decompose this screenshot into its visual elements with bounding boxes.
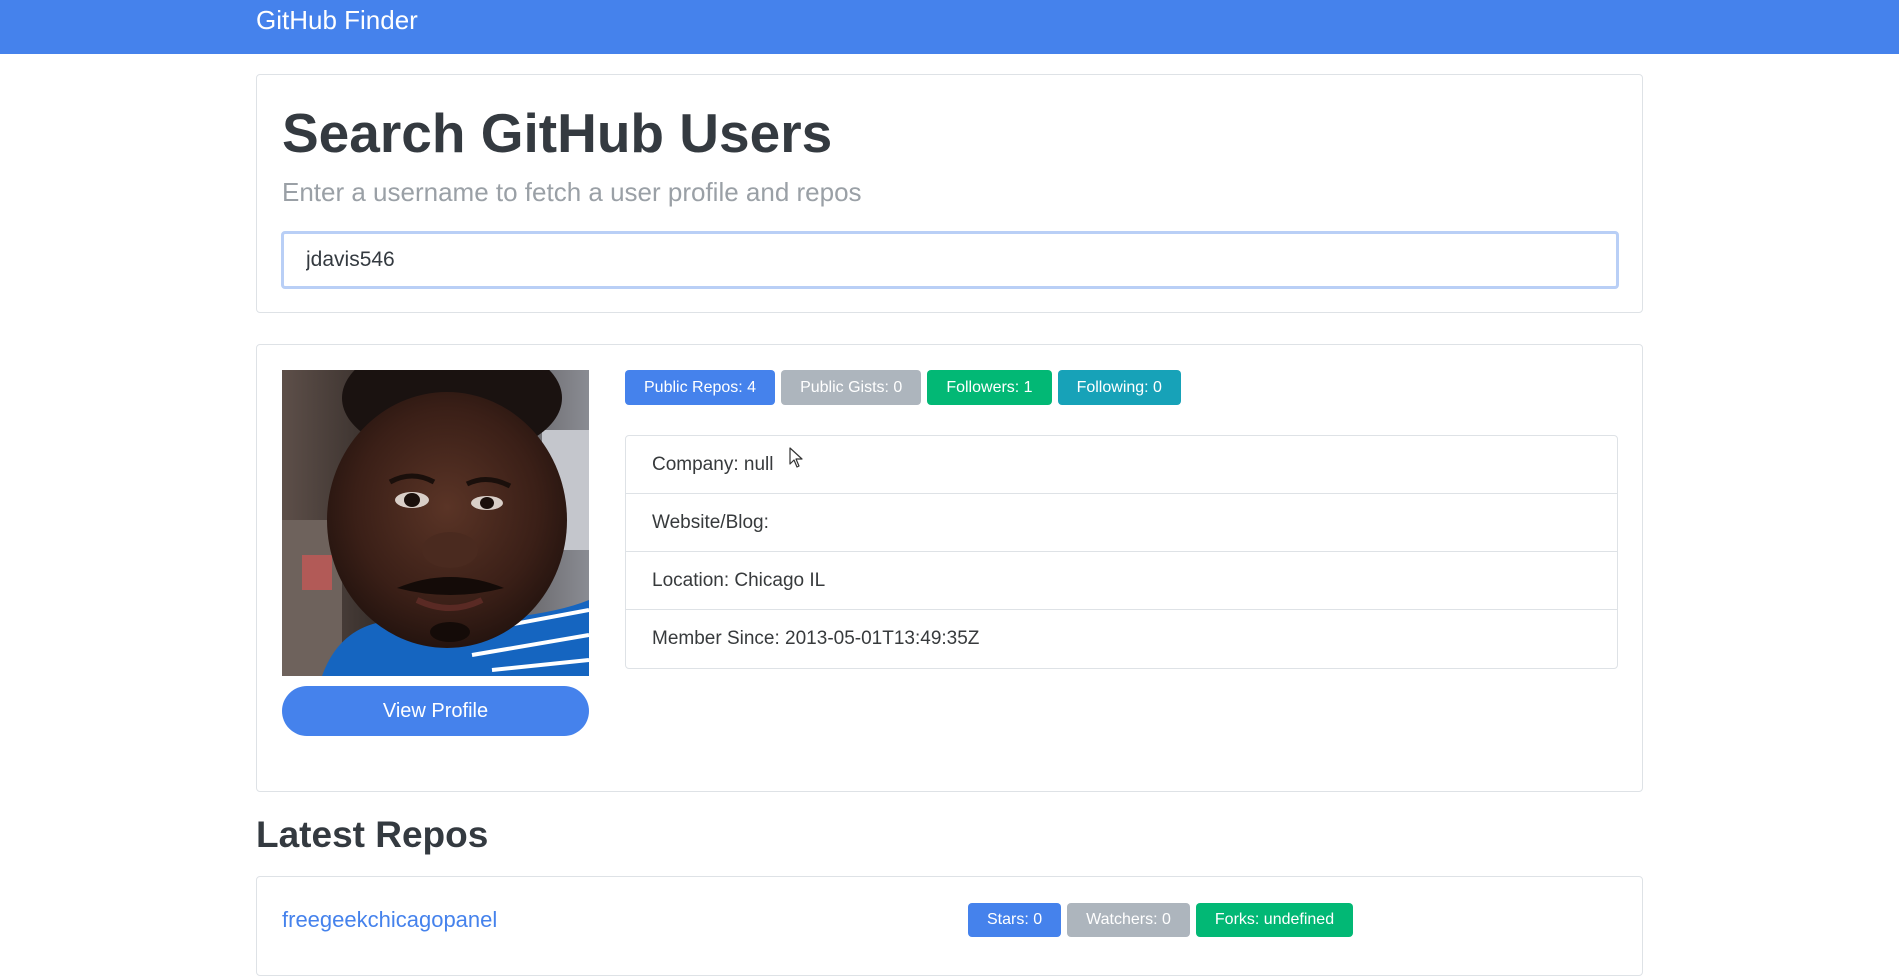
brand-link[interactable]: GitHub Finder bbox=[256, 4, 418, 36]
repo-forks-badge: Forks: undefined bbox=[1195, 903, 1354, 937]
avatar bbox=[282, 370, 589, 676]
repos-heading: Latest Repos bbox=[256, 814, 489, 855]
company-item: Company: null bbox=[626, 436, 1617, 494]
followers-badge: Followers: 1 bbox=[927, 370, 1052, 405]
member-since-item: Member Since: 2013-05-01T13:49:35Z bbox=[652, 628, 980, 649]
following-badge: Following: 0 bbox=[1057, 370, 1181, 405]
search-card: Search GitHub Users Enter a username to … bbox=[256, 74, 1643, 313]
public-gists-badge: Public Gists: 0 bbox=[781, 370, 922, 405]
profile-details-list: Company: null Website/Blog: Location: Ch… bbox=[625, 435, 1618, 669]
profile-stats: Public Repos: 4 Public Gists: 0 Follower… bbox=[625, 370, 1181, 405]
repo-link[interactable]: freegeekchicagopanel bbox=[282, 907, 497, 933]
website-item: Website/Blog: bbox=[626, 494, 1617, 552]
repo-stars-badge: Stars: 0 bbox=[968, 903, 1062, 937]
repo-card: freegeekchicagopanel Stars: 0 Watchers: … bbox=[256, 876, 1643, 976]
location-item: Location: Chicago IL bbox=[626, 552, 1617, 610]
page-title: Search GitHub Users bbox=[282, 102, 833, 164]
repo-stats: Stars: 0 Watchers: 0 Forks: undefined bbox=[968, 903, 1354, 937]
repo-watchers-badge: Watchers: 0 bbox=[1067, 903, 1190, 937]
public-repos-badge: Public Repos: 4 bbox=[625, 370, 776, 405]
view-profile-button[interactable]: View Profile bbox=[282, 686, 589, 736]
mouse-cursor-icon bbox=[789, 447, 803, 468]
search-input[interactable] bbox=[281, 231, 1619, 289]
profile-card: View Profile Public Repos: 4 Public Gist… bbox=[256, 344, 1643, 792]
page-subtitle: Enter a username to fetch a user profile… bbox=[282, 177, 862, 207]
navbar: GitHub Finder bbox=[0, 0, 1899, 54]
